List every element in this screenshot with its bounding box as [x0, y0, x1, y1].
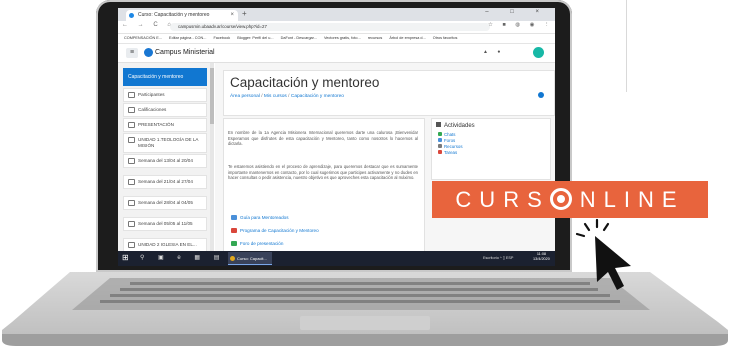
table-icon — [128, 107, 135, 113]
notification-icons[interactable]: ▲ ● — [483, 49, 504, 55]
activities-title-label: Actividades — [444, 123, 475, 129]
bookmark-item[interactable]: Vectores gratis, foto... — [324, 36, 361, 40]
system-tray[interactable]: Escritorio ^ ▯ ESP — [483, 255, 513, 260]
drawer-item-label: Semana del 13/04 al 20/04 — [138, 158, 193, 163]
campus-logo-icon — [144, 48, 153, 57]
drawer-item-section[interactable]: PRESENTACIÓN — [123, 118, 207, 132]
windows-start-icon[interactable]: ⊞ — [122, 254, 130, 262]
breadcrumb-item[interactable]: Área personal — [230, 94, 260, 99]
drawer-item-label: Semana del 05/05 al 11/05 — [138, 221, 193, 226]
target-o-icon — [549, 188, 572, 210]
bookmark-item[interactable]: Árbol de empresa d... — [389, 36, 425, 40]
drawer-item-participants[interactable]: Participantes — [123, 88, 207, 102]
drawer-item-label: UNIDAD 2 IGLESIA EN EL... — [138, 242, 197, 247]
address-bar[interactable]: campusmin.ubaadv.ar/course/view.php?id=2… — [170, 23, 490, 31]
bookmark-item[interactable]: DaFont - Descargar... — [281, 36, 317, 40]
bookmark-item[interactable]: COMPENSACIÓN E... — [124, 36, 162, 40]
breadcrumb-item[interactable]: Capacitación y mentoreo — [291, 94, 344, 99]
clock-date: 13/4/2020 — [533, 257, 550, 261]
taskbar-pinned-icons[interactable]: ⚲ ▣ e ▦ ▤ — [140, 254, 225, 261]
browser-tab[interactable]: Curso: Capacitación y mentoreo × — [126, 10, 238, 21]
close-tab-icon[interactable]: × — [230, 10, 234, 21]
activity-label: Tareas — [444, 150, 458, 155]
taskbar-app-chrome[interactable]: Curso: Capacit... — [228, 252, 272, 265]
drawer-item-label: UNIDAD 1.TEOLOGÍA DE LA MISIÓN — [138, 137, 199, 148]
taskbar-app-label: Curso: Capacit... — [237, 256, 267, 261]
drawer-item-grades[interactable]: Calificaciones — [123, 103, 207, 117]
drawer-item-section[interactable]: Semana del 21/04 al 27/04 — [123, 175, 207, 189]
drawer-item-label: Semana del 28/04 al 04/05 — [138, 200, 193, 205]
bookmark-item[interactable]: Editar página - CON... — [169, 36, 206, 40]
folder-icon — [128, 158, 135, 164]
folder-icon — [128, 200, 135, 206]
folder-icon — [128, 242, 135, 248]
assignment-icon — [438, 150, 442, 154]
banner-text-end: NLINE — [579, 187, 685, 212]
drawer-item-label: Calificaciones — [138, 107, 167, 112]
drawer-item-course[interactable]: Capacitación y mentoreo — [123, 68, 207, 86]
bookmarks-bar: COMPENSACIÓN E... Editar página - CON...… — [118, 34, 555, 44]
forum-icon — [438, 138, 442, 142]
drawer-item-section[interactable]: UNIDAD 1.TEOLOGÍA DE LA MISIÓN — [123, 133, 207, 153]
extension-icons[interactable]: ☆ ■ ◍ ◉ ⋮ — [488, 22, 553, 28]
taskbar-clock[interactable]: 11:08 13/4/2020 — [533, 252, 550, 262]
folder-icon — [128, 122, 135, 128]
folder-icon — [128, 221, 135, 227]
chat-icon — [438, 132, 442, 136]
breadcrumb-separator: / — [288, 94, 290, 99]
bookmark-item[interactable]: Otros favoritos — [433, 36, 458, 40]
new-tab-button[interactable]: + — [242, 9, 247, 18]
activity-label: Foros — [444, 138, 456, 143]
chrome-icon — [230, 256, 235, 261]
resource-link-label: Guía para Mentoreados — [240, 215, 289, 220]
folder-icon — [128, 137, 135, 143]
activity-label: Recursos — [444, 144, 463, 149]
resource-link[interactable]: Programa de Capacitación y Mentoreo — [231, 228, 319, 233]
breadcrumb: Área personal / Mis cursos / Capacitació… — [230, 94, 344, 99]
bookmark-item[interactable]: Facebook — [213, 36, 230, 40]
folder-icon — [128, 179, 135, 185]
breadcrumb-item[interactable]: Mis cursos — [264, 94, 287, 99]
laptop-screen: Curso: Capacitación y mentoreo × + – □ ×… — [118, 8, 555, 266]
drawer-item-label: PRESENTACIÓN — [138, 122, 174, 127]
resource-link[interactable]: Foro de presentación — [231, 241, 283, 246]
navigation-buttons[interactable]: ← → C ⌂ — [122, 22, 175, 28]
drawer-item-section[interactable]: Semana del 28/04 al 04/05 — [123, 196, 207, 210]
banner-text-start: CURS — [455, 187, 550, 212]
window-controls[interactable]: – □ × — [485, 9, 549, 15]
site-favicon-icon — [129, 13, 134, 18]
browser-tab-title: Curso: Capacitación y mentoreo — [138, 12, 210, 18]
site-brand[interactable]: Campus Ministerial — [155, 47, 215, 58]
resource-link-label: Programa de Capacitación y Mentoreo — [240, 228, 319, 233]
drawer-item-label: Participantes — [138, 92, 165, 97]
cursonline-banner: CURS NLINE — [432, 181, 708, 218]
user-avatar[interactable] — [533, 47, 544, 58]
menu-toggle-button[interactable]: ≡ — [126, 48, 138, 58]
activity-label: Chats — [444, 132, 456, 137]
file-icon — [438, 144, 442, 148]
gear-icon[interactable] — [538, 92, 544, 98]
drawer-item-section[interactable]: Semana del 05/05 al 11/05 — [123, 217, 207, 231]
pdf-icon — [231, 228, 237, 233]
welcome-paragraph: En nombre de la 1a Agencia Misionera Int… — [228, 130, 418, 147]
drawer-item-section[interactable]: UNIDAD 2 IGLESIA EN EL... — [123, 238, 207, 252]
users-icon — [128, 92, 135, 98]
page-title: Capacitación y mentoreo — [230, 75, 380, 90]
click-cursor-icon — [575, 218, 631, 290]
decorative-divider-line — [626, 0, 627, 92]
file-icon — [231, 215, 237, 220]
activities-title: Actividades — [436, 122, 475, 129]
resource-link-label: Foro de presentación — [240, 241, 284, 246]
drawer-item-section[interactable]: Semana del 13/04 al 20/04 — [123, 154, 207, 168]
bookmark-item[interactable]: recursos — [368, 36, 383, 40]
resource-link[interactable]: Guía para Mentoreados — [231, 215, 289, 220]
grid-icon — [436, 122, 441, 127]
drawer-item-label: Semana del 21/04 al 27/04 — [138, 179, 193, 184]
drawer-scrollbar-thumb[interactable] — [210, 68, 214, 124]
info-paragraph: Te estaremos asistiendo en el proceso de… — [228, 164, 418, 181]
activity-link-assignments[interactable]: Tareas — [438, 150, 457, 156]
breadcrumb-separator: / — [261, 94, 263, 99]
bookmark-item[interactable]: Blogger: Perfil del u... — [237, 36, 273, 40]
forum-icon — [231, 241, 237, 246]
